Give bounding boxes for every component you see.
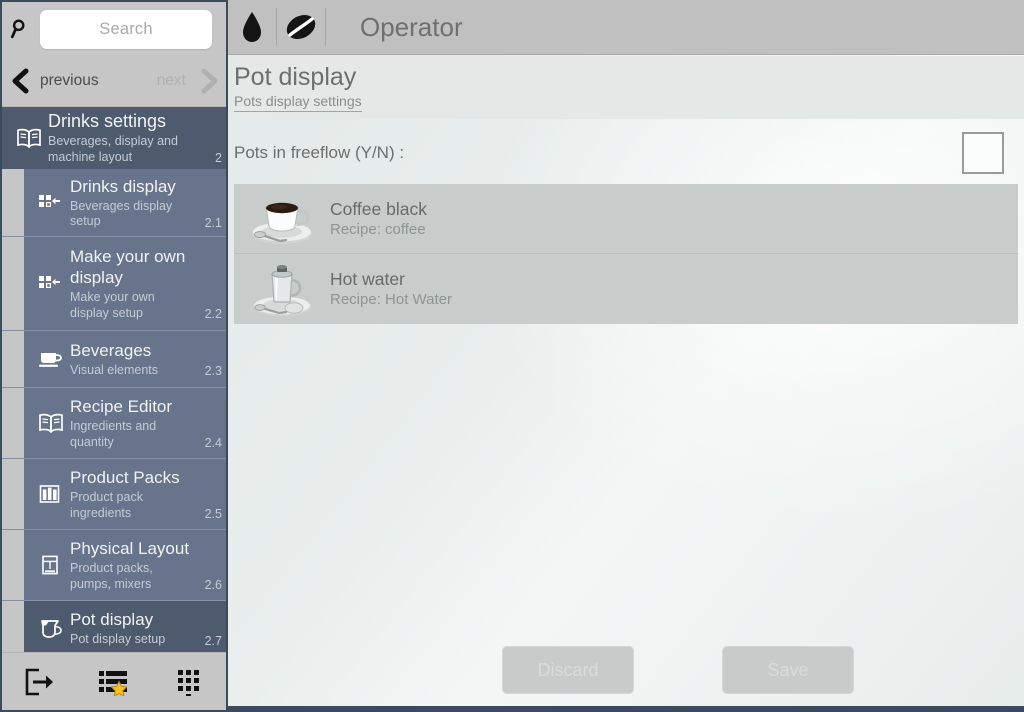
pot-name: Hot water — [330, 269, 405, 289]
list-item-text: Hot water Recipe: Hot Water — [330, 268, 1018, 310]
sidebar: Search previous next Drinks settings Bev… — [0, 0, 228, 712]
sidebar-item-title: Physical Layout — [70, 539, 190, 558]
sidebar-item-title: Product Packs — [70, 468, 180, 487]
window-bottom-edge — [228, 706, 1024, 712]
sidebar-item-text: Drinks display Beverages display setup 2… — [70, 176, 226, 230]
action-bar: Discard Save — [228, 646, 1024, 706]
sidebar-item-subtitle: Visual elements — [70, 362, 159, 377]
coffee-pot-icon — [32, 618, 70, 640]
machine-icon — [32, 555, 70, 575]
hot-water-glass-image — [234, 254, 330, 324]
search-icon[interactable] — [2, 18, 40, 40]
grid-arrow-icon — [32, 193, 70, 213]
sidebar-group-drinks-settings[interactable]: Drinks settings Beverages, display and m… — [2, 107, 226, 169]
page-title: Pot display — [234, 63, 357, 91]
sidebar-item-subtitle: Ingredients and quantity — [70, 419, 157, 449]
sidebar-item-subtitle: Product pack ingredients — [70, 490, 143, 520]
keypad-icon[interactable] — [162, 660, 216, 704]
sidebar-item-number: 2.1 — [204, 215, 222, 230]
search-input[interactable]: Search — [40, 9, 212, 49]
water-drop-icon[interactable] — [228, 0, 276, 55]
list-item-text: Coffee black Recipe: coffee — [330, 198, 1018, 240]
sidebar-item-subtitle: Beverages display setup — [70, 198, 173, 229]
search-placeholder: Search — [99, 19, 153, 38]
sidebar-item-text: Product Packs Product pack ingredients 2… — [70, 467, 226, 521]
sidebar-item-text: Pot display Pot display setup 2.7 — [70, 609, 226, 648]
sidebar-item-text: Make your own display Make your own disp… — [70, 246, 226, 321]
sidebar-item-number: 2.6 — [204, 578, 222, 592]
book-icon — [10, 128, 48, 148]
sidebar-item-title: Drinks display — [70, 176, 176, 196]
page-role-title: Operator — [360, 11, 463, 42]
pot-name: Coffee black — [330, 198, 427, 219]
sidebar-item-title: Beverages — [70, 340, 152, 360]
sidebar-item-number: 2.2 — [204, 307, 222, 321]
page-heading: Pot display Pots display settings — [228, 56, 1024, 119]
sidebar-toolbar — [2, 652, 226, 710]
sidebar-item-number: 2.7 — [204, 633, 222, 648]
sidebar-item-subtitle: Pot display setup — [70, 632, 166, 647]
cup-icon — [32, 349, 70, 369]
main-panel: Operator Pot display Pots display settin… — [228, 0, 1024, 712]
sidebar-item-recipe-editor[interactable]: Recipe Editor Ingredients and quantity 2… — [2, 388, 226, 459]
sidebar-item-text: Physical Layout Product packs, pumps, mi… — [70, 538, 226, 592]
sidebar-group-number: 2 — [215, 151, 222, 165]
pot-list: Coffee black Recipe: coffee Hot water Re… — [234, 184, 1018, 324]
sidebar-item-beverages[interactable]: Beverages Visual elements 2.3 — [2, 331, 226, 388]
sidebar-item-title: Pot display — [70, 610, 154, 630]
prev-next-nav: previous next — [2, 56, 226, 107]
sidebar-item-product-packs[interactable]: Product Packs Product pack ingredients 2… — [2, 459, 226, 530]
sidebar-item-title: Recipe Editor — [70, 397, 173, 416]
sidebar-item-physical-layout[interactable]: Physical Layout Product packs, pumps, mi… — [2, 530, 226, 601]
freeflow-checkbox[interactable] — [962, 132, 1004, 174]
product-pack-icon — [32, 484, 70, 504]
sidebar-item-make-your-own-display[interactable]: Make your own display Make your own disp… — [2, 237, 226, 331]
sidebar-item-text: Beverages Visual elements 2.3 — [70, 340, 226, 379]
previous-button[interactable]: previous — [40, 72, 157, 90]
exit-icon[interactable] — [12, 660, 66, 704]
list-item[interactable]: Coffee black Recipe: coffee — [234, 184, 1018, 254]
sidebar-group-text: Drinks settings Beverages, display and m… — [48, 111, 226, 165]
coffee-bean-icon[interactable] — [277, 0, 325, 55]
sidebar-item-pot-display[interactable]: Pot display Pot display setup 2.7 — [2, 601, 226, 652]
search-row: Search — [2, 2, 226, 56]
page-subtitle: Pots display settings — [234, 92, 362, 112]
top-header-bar: Operator — [228, 0, 1024, 55]
chevron-left-icon[interactable] — [2, 68, 40, 94]
sidebar-item-subtitle: Product packs, pumps, mixers — [70, 561, 153, 591]
sidebar-menu: Drinks settings Beverages, display and m… — [2, 107, 226, 652]
discard-button[interactable]: Discard — [502, 646, 634, 694]
chevron-right-icon[interactable] — [192, 68, 226, 94]
freeflow-setting-row: Pots in freeflow (Y/N) : — [228, 124, 1024, 182]
pot-recipe: Recipe: Hot Water — [330, 291, 452, 308]
application-window: Search previous next Drinks settings Bev… — [0, 0, 1024, 712]
coffee-cup-image — [234, 184, 330, 254]
sidebar-group-subtitle: Beverages, display and machine layout — [48, 134, 178, 164]
freeflow-label: Pots in freeflow (Y/N) : — [234, 143, 405, 162]
list-star-icon[interactable] — [87, 660, 141, 704]
save-button[interactable]: Save — [722, 646, 854, 694]
grid-arrow-icon — [32, 274, 70, 294]
list-item[interactable]: Hot water Recipe: Hot Water — [234, 254, 1018, 324]
pot-recipe: Recipe: coffee — [330, 220, 426, 238]
sidebar-item-text: Recipe Editor Ingredients and quantity 2… — [70, 396, 226, 450]
next-button[interactable]: next — [157, 72, 192, 90]
book-icon — [32, 413, 70, 433]
sidebar-item-title: Make your own display — [70, 247, 186, 287]
sidebar-item-number: 2.4 — [204, 436, 222, 450]
sidebar-item-number: 2.3 — [204, 364, 222, 379]
sidebar-item-number: 2.5 — [204, 507, 222, 521]
sidebar-item-subtitle: Make your own display setup — [70, 290, 155, 320]
sidebar-item-drinks-display[interactable]: Drinks display Beverages display setup 2… — [2, 169, 226, 237]
sidebar-group-title: Drinks settings — [48, 111, 167, 131]
